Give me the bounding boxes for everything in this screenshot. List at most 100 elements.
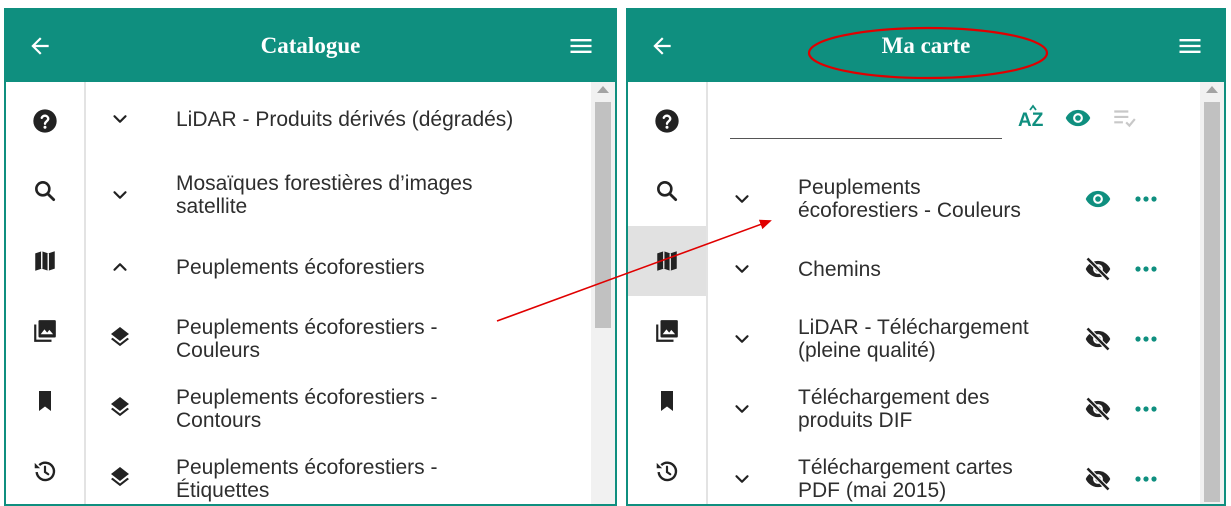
catalog-sidebar [6, 82, 86, 504]
catalog-group-lidar[interactable]: LiDAR - Produits dérivés (dégradés) [86, 84, 591, 154]
expand-toggle[interactable] [722, 164, 762, 234]
bookmark-icon [661, 391, 673, 411]
catalog-header: Catalogue [6, 10, 615, 82]
more-horizontal-icon [1135, 336, 1157, 342]
page-title: Ma carte [881, 33, 971, 58]
expand-toggle[interactable] [722, 234, 762, 304]
more-horizontal-icon [1135, 406, 1157, 412]
catalog-item-label: Peuplements écoforestiers - Couleurs [176, 316, 438, 362]
expand-toggle[interactable] [722, 304, 762, 374]
layers-icon [111, 467, 129, 487]
sidebar-item-search[interactable] [6, 156, 84, 226]
image-gallery-icon [656, 320, 678, 342]
expand-toggle[interactable] [722, 374, 762, 444]
help-circle-icon [33, 109, 57, 133]
toggle-all-visibility-button[interactable] [1058, 98, 1098, 138]
expand-toggle[interactable] [100, 160, 140, 230]
sort-alpha-text: AZ [1018, 110, 1044, 131]
chevron-down-icon [113, 115, 127, 123]
layer-visibility-toggle[interactable] [1078, 234, 1118, 304]
sidebar-item-gallery[interactable] [6, 296, 84, 366]
search-icon [35, 181, 56, 202]
catalog-layer-contours[interactable]: Peuplements écoforestiers - Contours [86, 374, 591, 444]
sort-alpha-button[interactable]: AZ [1014, 98, 1054, 138]
layer-filter-input[interactable] [730, 108, 1002, 139]
layer-label: LiDAR - Téléchargement (pleine qualité) [798, 316, 1029, 362]
layer-row[interactable]: Chemins [708, 234, 1200, 304]
layers-icon [111, 327, 129, 347]
scrollbar[interactable] [591, 82, 615, 504]
catalog-list: LiDAR - Produits dérivés (dégradés) Mosa… [86, 82, 615, 504]
layer-visibility-toggle[interactable] [1078, 444, 1118, 504]
map-sidebar [628, 82, 708, 504]
layer-visibility-toggle[interactable] [1078, 304, 1118, 374]
layers-icon [111, 397, 129, 417]
scrollbar-thumb[interactable] [595, 102, 611, 328]
layer-toolbar: AZ [708, 82, 1200, 152]
select-layers-button[interactable] [1104, 98, 1144, 138]
catalog-group-mosaiques[interactable]: Mosaïques forestières d’images satellite [86, 160, 591, 230]
scrollbar-thumb[interactable] [1204, 102, 1220, 502]
sidebar-item-map[interactable] [628, 226, 706, 296]
scrollbar[interactable] [1200, 82, 1224, 504]
layer-row[interactable]: Téléchargement des produits DIF [708, 374, 1200, 444]
menu-button[interactable] [561, 26, 601, 66]
layer-label: Chemins [798, 257, 881, 281]
catalog-group-peuplements[interactable]: Peuplements écoforestiers [86, 232, 591, 302]
eye-off-icon [1085, 256, 1111, 282]
sidebar-item-gallery[interactable] [628, 296, 706, 366]
sidebar-item-help[interactable] [628, 86, 706, 156]
menu-button[interactable] [1170, 26, 1210, 66]
sidebar-item-map[interactable] [6, 226, 84, 296]
layer-label: Téléchargement des produits DIF [798, 386, 990, 432]
sidebar-item-help[interactable] [6, 86, 84, 156]
layer-more-button[interactable] [1126, 164, 1166, 234]
chevron-down-icon [735, 475, 749, 483]
sidebar-item-bookmarks[interactable] [628, 366, 706, 436]
map-icon [657, 251, 677, 271]
layer-more-button[interactable] [1126, 234, 1166, 304]
search-icon [657, 181, 678, 202]
chevron-down-icon [735, 405, 749, 413]
catalog-panel: Catalogue LiDAR - Produits dérivés (dégr… [4, 8, 617, 506]
page-title: Catalogue [260, 33, 361, 58]
eye-off-icon [1085, 396, 1111, 422]
expand-toggle[interactable] [100, 84, 140, 154]
history-icon [34, 461, 56, 482]
hamburger-menu-icon [1179, 39, 1201, 53]
scroll-up-arrow[interactable] [1206, 86, 1218, 93]
add-layer-button[interactable] [100, 374, 140, 444]
catalog-layer-etiquettes[interactable]: Peuplements écoforestiers - Étiquettes [86, 444, 591, 504]
add-layer-button[interactable] [100, 304, 140, 374]
eye-off-icon [1085, 326, 1111, 352]
sidebar-item-search[interactable] [628, 156, 706, 226]
catalog-item-label: LiDAR - Produits dérivés (dégradés) [176, 107, 514, 131]
layer-row[interactable]: LiDAR - Téléchargement (pleine qualité) [708, 304, 1200, 374]
layer-more-button[interactable] [1126, 304, 1166, 374]
sidebar-item-history[interactable] [628, 436, 706, 504]
layer-visibility-toggle[interactable] [1078, 374, 1118, 444]
scroll-up-arrow[interactable] [597, 86, 609, 93]
more-horizontal-icon [1135, 196, 1157, 202]
sidebar-item-history[interactable] [6, 436, 84, 504]
help-circle-icon [655, 109, 679, 133]
catalog-layer-couleurs[interactable]: Peuplements écoforestiers - Couleurs [86, 304, 591, 374]
map-layer-list: AZ Peuplements écoforestiers - Couleurs [708, 82, 1224, 504]
chevron-down-icon [735, 265, 749, 273]
layer-row[interactable]: Téléchargement cartes PDF (mai 2015) [708, 444, 1200, 504]
catalog-item-label: Peuplements écoforestiers - Étiquettes [176, 456, 438, 502]
layer-label: Téléchargement cartes PDF (mai 2015) [798, 456, 1013, 502]
collapse-toggle[interactable] [100, 232, 140, 302]
layer-visibility-toggle[interactable] [1078, 164, 1118, 234]
expand-toggle[interactable] [722, 444, 762, 504]
image-gallery-icon [34, 320, 56, 342]
layer-label: Peuplements écoforestiers - Couleurs [798, 176, 1021, 222]
more-horizontal-icon [1135, 266, 1157, 272]
sidebar-item-bookmarks[interactable] [6, 366, 84, 436]
add-layer-button[interactable] [100, 444, 140, 504]
layer-more-button[interactable] [1126, 444, 1166, 504]
more-horizontal-icon [1135, 476, 1157, 482]
layer-more-button[interactable] [1126, 374, 1166, 444]
map-icon [35, 251, 55, 271]
layer-row[interactable]: Peuplements écoforestiers - Couleurs [708, 164, 1200, 234]
